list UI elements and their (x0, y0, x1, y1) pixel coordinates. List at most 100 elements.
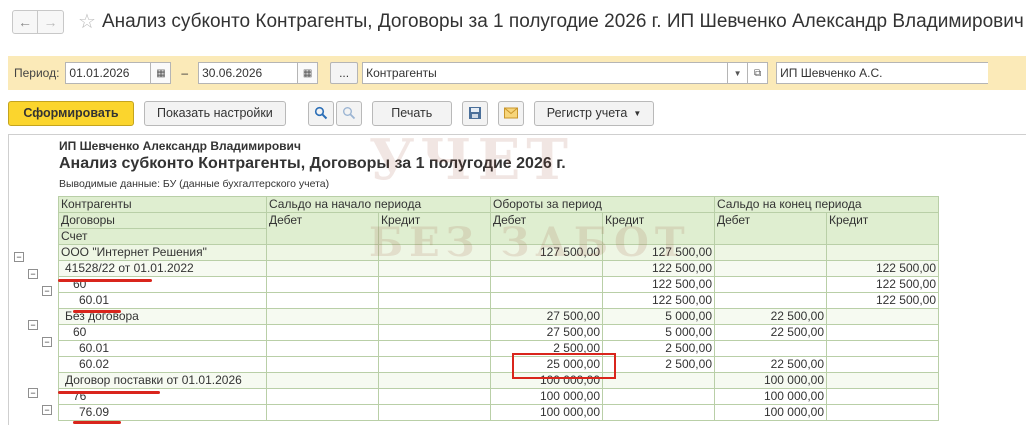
cell-oc (378, 244, 491, 261)
subconto-open-button[interactable]: ⧉ (748, 62, 769, 84)
header-turnover-credit: Кредит (602, 212, 715, 245)
report-org-name: ИП Шевченко Александр Владимирович (59, 139, 301, 153)
cell-tc: 2 500,00 (602, 356, 715, 373)
row-name: 76.09 (58, 404, 267, 421)
cell-od (266, 372, 379, 389)
cell-cd (714, 244, 827, 261)
cell-od (266, 276, 379, 293)
row-name: Договор поставки от 01.01.2026 (58, 372, 267, 389)
cell-od (266, 356, 379, 373)
cell-oc (378, 388, 491, 405)
cell-tc: 127 500,00 (602, 244, 715, 261)
calendar-to-button[interactable]: ▦ (298, 62, 319, 84)
cell-cc: 122 500,00 (826, 292, 939, 309)
cell-td: 100 000,00 (490, 404, 603, 421)
cell-oc (378, 404, 491, 421)
cell-tc (602, 388, 715, 405)
email-icon (503, 107, 518, 119)
generate-button[interactable]: Сформировать (8, 100, 134, 126)
table-row[interactable]: ООО "Интернет Решения" 127 500,00 127 500,… (58, 244, 939, 261)
cell-cd: 22 500,00 (714, 308, 827, 325)
table-row[interactable]: Без договора 27 500,00 5 000,00 22 500,00 (58, 308, 939, 325)
table-row[interactable]: 60 27 500,00 5 000,00 22 500,00 (58, 324, 939, 341)
report-area: ИП Шевченко Александр Владимирович Анали… (8, 134, 1026, 425)
save-button[interactable] (461, 100, 488, 126)
cell-tc: 5 000,00 (602, 324, 715, 341)
header-turnover-debit: Дебет (490, 212, 603, 245)
row-name: 41528/22 от 01.01.2022 (58, 260, 267, 277)
star-icon[interactable]: ☆ (78, 12, 96, 32)
header-contracts: Договоры (58, 212, 267, 229)
collapse-toggle-icon[interactable]: − (28, 320, 38, 330)
cell-od (266, 404, 379, 421)
subconto-dropdown-button[interactable]: ▼ (728, 62, 749, 84)
row-name: 60.01 (58, 292, 267, 309)
cell-oc (378, 276, 491, 293)
cell-od (266, 388, 379, 405)
window-title: Анализ субконто Контрагенты, Договоры за… (101, 11, 1024, 32)
cell-oc (378, 340, 491, 357)
forward-button[interactable]: → (38, 10, 64, 34)
cell-od (266, 308, 379, 325)
organization-select[interactable]: ИП Шевченко А.С. (776, 62, 989, 84)
cell-cd: 22 500,00 (714, 324, 827, 341)
period-select-button[interactable]: ... (330, 62, 359, 84)
table-row[interactable]: 60 122 500,00 122 500,00 (58, 276, 939, 293)
collapse-toggle-icon[interactable]: − (28, 388, 38, 398)
table-row[interactable]: 60.01 122 500,00 122 500,00 (58, 292, 939, 309)
search-button[interactable] (307, 100, 334, 126)
header-opening-balance: Сальдо на начало периода (266, 196, 491, 213)
forward-arrow-icon: → (43, 14, 58, 30)
collapse-toggle-icon[interactable]: − (42, 337, 52, 347)
table-row[interactable]: 76 100 000,00 100 000,00 (58, 388, 939, 405)
cell-td (490, 260, 603, 277)
row-name: 60 (58, 324, 267, 341)
cell-cc (826, 388, 939, 405)
cell-cd: 100 000,00 (714, 372, 827, 389)
cell-cc (826, 404, 939, 421)
table-row[interactable]: 60.02 25 000,00 2 500,00 22 500,00 (58, 356, 939, 373)
calendar-icon: ▦ (156, 67, 166, 79)
cell-od (266, 292, 379, 309)
cell-od (266, 324, 379, 341)
period-separator: – (181, 66, 189, 80)
cell-tc (602, 372, 715, 389)
print-button[interactable]: Печать (371, 100, 452, 126)
collapse-toggle-icon[interactable]: − (14, 252, 24, 262)
subconto-select[interactable]: Контрагенты (362, 62, 729, 84)
email-button[interactable] (497, 100, 524, 126)
table-row[interactable]: 41528/22 от 01.01.2022 122 500,00 122 500,… (58, 260, 939, 277)
cell-cc (826, 372, 939, 389)
register-button[interactable]: Регистр учета ▼ (533, 100, 655, 126)
cell-td: 27 500,00 (490, 308, 603, 325)
table-row[interactable]: 60.01 2 500,00 2 500,00 (58, 340, 939, 357)
cell-td: 27 500,00 (490, 324, 603, 341)
date-to-input[interactable]: 30.06.2026 (198, 62, 299, 84)
annotation-underline-contract1 (58, 279, 152, 282)
cell-oc (378, 260, 491, 277)
cell-tc: 122 500,00 (602, 276, 715, 293)
table-row[interactable]: Договор поставки от 01.01.2026 100 000,00… (58, 372, 939, 389)
cell-cc (826, 244, 939, 261)
date-from-input[interactable]: 01.01.2026 (65, 62, 152, 84)
cell-cd (714, 276, 827, 293)
show-settings-button[interactable]: Показать настройки (144, 100, 286, 126)
search-next-button[interactable] (335, 100, 362, 126)
cell-td: 127 500,00 (490, 244, 603, 261)
cell-oc (378, 372, 491, 389)
collapse-toggle-icon[interactable]: − (42, 405, 52, 415)
cell-oc (378, 324, 491, 341)
calendar-from-button[interactable]: ▦ (151, 62, 172, 84)
header-opening-debit: Дебет (266, 212, 379, 245)
collapse-toggle-icon[interactable]: − (28, 269, 38, 279)
period-label: Период: (14, 66, 60, 80)
back-button[interactable]: ← (12, 10, 38, 34)
period-bar: Период: 01.01.2026 ▦ – 30.06.2026 ▦ ... … (8, 56, 1026, 90)
table-row[interactable]: 76.09 100 000,00 100 000,00 (58, 404, 939, 421)
cell-td: 100 000,00 (490, 388, 603, 405)
cell-tc: 5 000,00 (602, 308, 715, 325)
cell-cd (714, 292, 827, 309)
collapse-toggle-icon[interactable]: − (42, 286, 52, 296)
open-icon: ⧉ (754, 67, 762, 79)
save-icon (468, 107, 481, 119)
